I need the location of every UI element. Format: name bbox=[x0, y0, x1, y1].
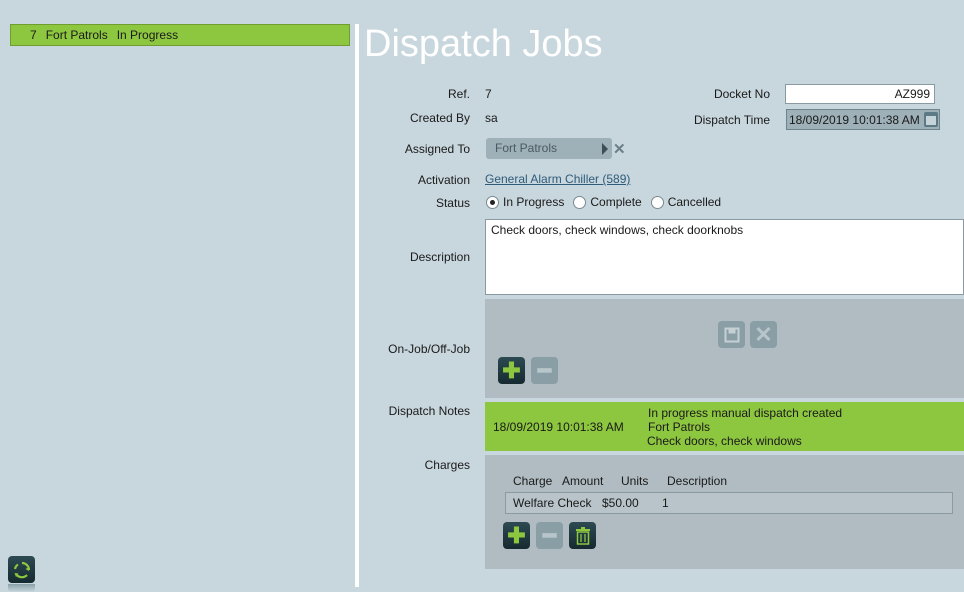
assigned-to-label: Assigned To bbox=[404, 142, 470, 156]
save-button[interactable] bbox=[718, 321, 745, 348]
plus-icon: ✚ bbox=[507, 522, 526, 548]
dispatch-note-row[interactable]: 18/09/2019 10:01:38 AM In progress manua… bbox=[485, 402, 964, 451]
charges-table-header: Charge Amount Units Description bbox=[513, 474, 727, 488]
add-charge-button[interactable]: ✚ bbox=[503, 522, 530, 549]
assigned-to-select[interactable]: Fort Patrols bbox=[486, 138, 612, 159]
description-textarea[interactable]: Check doors, check windows, check doorkn… bbox=[485, 219, 964, 295]
trash-icon bbox=[575, 526, 590, 545]
remove-charge-button[interactable]: ━ bbox=[536, 522, 563, 549]
remove-onjob-button[interactable]: ━ bbox=[531, 357, 558, 384]
job-list-item[interactable]: 7 Fort Patrols In Progress bbox=[10, 24, 350, 46]
radio-in-progress[interactable] bbox=[486, 195, 499, 209]
column-header: Description bbox=[667, 474, 728, 488]
charge-units: 1 bbox=[662, 496, 669, 510]
calendar-icon[interactable] bbox=[924, 112, 938, 127]
status-option-label: Complete bbox=[590, 195, 642, 209]
status-option-in-progress[interactable]: In Progress bbox=[486, 195, 564, 209]
cancel-icon: ✕ bbox=[754, 321, 773, 347]
save-icon bbox=[724, 327, 739, 342]
caret-right-icon bbox=[602, 143, 608, 155]
job-ref: 7 bbox=[30, 28, 37, 42]
description-label: Description bbox=[409, 250, 470, 264]
close-icon[interactable]: ✕ bbox=[613, 140, 626, 158]
minus-icon: ━ bbox=[537, 357, 552, 383]
refresh-button-reflection bbox=[8, 584, 35, 592]
page-title: Dispatch Jobs bbox=[364, 23, 603, 65]
dispatch-time-field: 18/09/2019 10:01:38 AM bbox=[786, 109, 940, 130]
minus-icon: ━ bbox=[542, 522, 557, 548]
cancel-button[interactable]: ✕ bbox=[750, 321, 777, 348]
status-radio-group: In Progress Complete Cancelled bbox=[486, 195, 730, 209]
onjob-panel: ✕ ✚ ━ bbox=[485, 299, 964, 398]
job-status: In Progress bbox=[116, 28, 179, 42]
add-onjob-button[interactable]: ✚ bbox=[498, 357, 525, 384]
column-header: Amount bbox=[562, 474, 604, 488]
note-line: Fort Patrols bbox=[648, 420, 711, 434]
status-option-label: Cancelled bbox=[667, 195, 722, 209]
docket-input[interactable]: AZ999 bbox=[785, 84, 935, 104]
panel-divider bbox=[355, 24, 359, 587]
status-label: Status bbox=[435, 196, 470, 210]
plus-icon: ✚ bbox=[502, 357, 521, 383]
note-line: In progress manual dispatch created bbox=[648, 406, 843, 420]
radio-cancelled[interactable] bbox=[650, 195, 664, 209]
activation-label: Activation bbox=[417, 173, 470, 187]
dispatch-time-label: Dispatch Time bbox=[693, 113, 770, 127]
status-option-complete[interactable]: Complete bbox=[573, 195, 642, 209]
column-header: Charge bbox=[513, 474, 553, 488]
charges-label: Charges bbox=[424, 458, 470, 472]
created-by-value: sa bbox=[485, 111, 498, 125]
dispatch-time-value: 18/09/2019 10:01:38 AM bbox=[789, 112, 920, 127]
docket-label: Docket No bbox=[713, 87, 770, 101]
ref-label: Ref. bbox=[447, 87, 470, 101]
note-line: Check doors, check windows bbox=[647, 434, 802, 448]
refresh-button[interactable] bbox=[8, 556, 35, 583]
dispatch-notes-label: Dispatch Notes bbox=[388, 404, 470, 418]
charge-name: Welfare Check bbox=[513, 496, 592, 510]
note-timestamp: 18/09/2019 10:01:38 AM bbox=[493, 420, 624, 434]
charges-panel: Charge Amount Units Description Welfare … bbox=[485, 455, 964, 569]
charge-row[interactable]: Welfare Check $50.00 1 bbox=[505, 492, 953, 514]
delete-charge-button[interactable] bbox=[569, 522, 596, 549]
refresh-icon bbox=[13, 561, 30, 578]
column-header: Units bbox=[621, 474, 649, 488]
status-option-label: In Progress bbox=[503, 195, 565, 209]
created-by-label: Created By bbox=[409, 111, 470, 125]
ref-value: 7 bbox=[485, 87, 492, 101]
assigned-to-value: Fort Patrols bbox=[495, 141, 558, 155]
status-option-cancelled[interactable]: Cancelled bbox=[650, 195, 722, 209]
job-name: Fort Patrols bbox=[45, 28, 108, 42]
onjob-label: On-Job/Off-Job bbox=[388, 342, 470, 356]
radio-complete[interactable] bbox=[573, 195, 587, 209]
activation-link[interactable]: General Alarm Chiller (589) bbox=[485, 172, 630, 186]
charge-amount: $50.00 bbox=[602, 496, 639, 510]
